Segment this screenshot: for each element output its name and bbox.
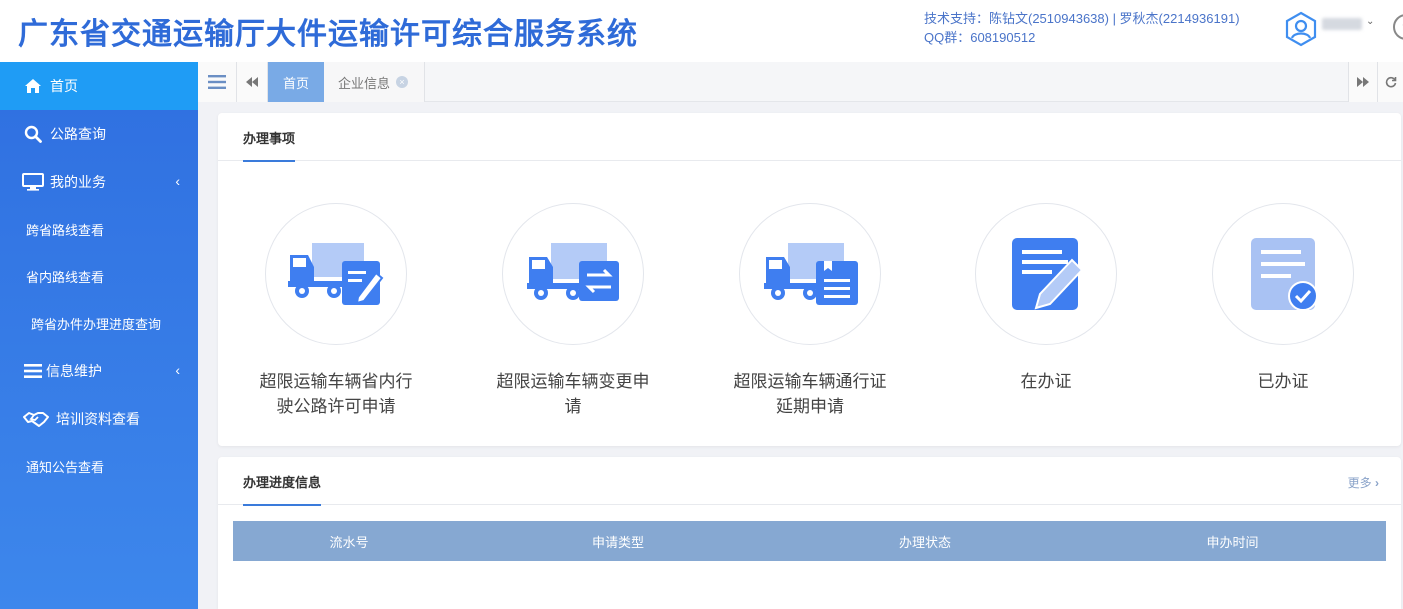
progress-table-header: 流水号 申请类型 办理状态 申办时间	[233, 521, 1386, 561]
help-icon[interactable]: ?	[1393, 14, 1403, 40]
service-icon-circle	[1212, 203, 1354, 345]
todo-panel: 办理事项 超限运输车辆省内行驶公路许可申请 超限运输车辆变更申请 超限运输车辆通…	[218, 113, 1401, 446]
sidebar-item-provincial-route[interactable]: 省内路线查看	[0, 253, 198, 300]
app-title: 广东省交通运输厅大件运输许可综合服务系统	[18, 18, 638, 51]
sidebar-item-progress-query[interactable]: 跨省办件办理进度查询	[0, 300, 198, 347]
home-icon	[22, 75, 44, 97]
truck-document-icon	[764, 243, 858, 305]
service-icon-circle	[739, 203, 881, 345]
column-header: 申请类型	[591, 534, 644, 550]
more-link[interactable]: 更多 ›	[1348, 474, 1379, 491]
sidebar-item-label: 跨省路线查看	[26, 223, 105, 238]
monitor-icon	[22, 171, 44, 193]
sidebar-item-label: 通知公告查看	[26, 460, 105, 475]
progress-panel: 办理进度信息 更多 › 流水号 申请类型 办理状态 申办时间	[218, 457, 1401, 609]
service-icon-circle	[265, 203, 407, 345]
chevron-right-icon: ›	[1371, 476, 1379, 490]
username-redacted[interactable]	[1322, 18, 1362, 30]
column-header: 流水号	[329, 534, 369, 550]
support-contacts: 技术支持：陈钻文(2510943638) | 罗秋杰(2214936191)	[924, 11, 1240, 26]
double-right-icon	[1357, 77, 1369, 87]
close-tab-icon[interactable]: ×	[396, 76, 409, 88]
sidebar-item-notices[interactable]: 通知公告查看	[0, 443, 198, 490]
tab-label: 企业信息	[338, 75, 391, 91]
service-icon-circle	[502, 203, 644, 345]
support-info: 技术支持：陈钻文(2510943638) | 罗秋杰(2214936191) Q…	[924, 9, 1240, 47]
progress-panel-title: 办理进度信息	[243, 472, 322, 506]
sidebar-item-info-maintenance[interactable]: 信息维护 ‹	[0, 347, 198, 395]
sidebar-item-my-business[interactable]: 我的业务 ‹	[0, 158, 198, 206]
double-left-icon	[246, 77, 258, 87]
sidebar-item-home[interactable]: 首页	[0, 62, 198, 110]
sidebar-item-label: 首页	[50, 78, 78, 94]
service-extension-request[interactable]: 超限运输车辆通行证延期申请	[710, 203, 910, 419]
service-change-request[interactable]: 超限运输车辆变更申请	[473, 203, 673, 419]
hamburger-icon	[208, 75, 226, 89]
handshake-icon	[22, 408, 50, 430]
sidebar: 首页 公路查询 我的业务 ‹ 跨省路线查看 省内路线查看 跨省办件办理进度查询 …	[0, 62, 198, 609]
todo-panel-header: 办理事项	[218, 113, 1401, 162]
chevron-left-icon: ‹	[175, 362, 180, 378]
sidebar-item-label: 公路查询	[50, 126, 106, 142]
refresh-icon	[1385, 76, 1396, 88]
service-label: 已办证	[1257, 372, 1309, 391]
service-label: 超限运输车辆通行证延期申请	[733, 372, 887, 416]
service-completed[interactable]: 已办证	[1183, 203, 1383, 394]
service-label: 超限运输车辆变更申请	[496, 372, 650, 416]
document-edit-icon	[1012, 238, 1084, 310]
truck-edit-icon	[288, 243, 384, 305]
tab-label: 首页	[282, 75, 309, 91]
sidebar-item-label: 跨省办件办理进度查询	[31, 317, 162, 332]
top-header: 广东省交通运输厅大件运输许可综合服务系统 技术支持：陈钻文(2510943638…	[0, 0, 1403, 62]
tab-home[interactable]: 首页	[268, 62, 324, 102]
user-menu-chevron-icon[interactable]: ⌄	[1366, 16, 1374, 27]
sidebar-item-label: 培训资料查看	[56, 411, 140, 427]
todo-panel-title: 办理事项	[243, 128, 296, 162]
search-icon	[22, 123, 44, 145]
tab-bar: 首页 企业信息 ×	[198, 62, 1403, 102]
menu-toggle-button[interactable]	[198, 62, 237, 102]
service-label: 在办证	[1020, 372, 1072, 391]
sidebar-item-training[interactable]: 培训资料查看	[0, 395, 198, 443]
truck-swap-icon	[527, 243, 619, 301]
column-header: 办理状态	[898, 534, 951, 550]
sidebar-item-label: 省内路线查看	[26, 270, 105, 285]
service-provincial-permit[interactable]: 超限运输车辆省内行驶公路许可申请	[236, 203, 436, 419]
sidebar-item-interprovincial-route[interactable]: 跨省路线查看	[0, 206, 198, 253]
sidebar-item-label: 信息维护	[46, 363, 102, 379]
sidebar-item-road-query[interactable]: 公路查询	[0, 110, 198, 158]
tab-company-info[interactable]: 企业信息 ×	[324, 62, 425, 102]
service-icon-circle	[975, 203, 1117, 345]
qq-group: QQ群：608190512	[924, 30, 1036, 45]
scroll-tabs-right-button[interactable]	[1348, 62, 1378, 102]
more-link-label: 更多	[1347, 476, 1372, 490]
list-icon	[22, 360, 44, 382]
refresh-button[interactable]	[1378, 62, 1403, 102]
service-in-progress[interactable]: 在办证	[946, 203, 1146, 394]
column-header: 申办时间	[1206, 534, 1259, 550]
user-avatar-icon[interactable]	[1283, 11, 1319, 47]
scroll-tabs-left-button[interactable]	[237, 62, 268, 102]
sidebar-item-label: 我的业务	[50, 174, 106, 190]
document-check-icon	[1251, 238, 1318, 311]
progress-panel-header: 办理进度信息 更多 ›	[218, 457, 1401, 506]
service-label: 超限运输车辆省内行驶公路许可申请	[259, 372, 413, 416]
chevron-left-icon: ‹	[175, 173, 180, 189]
